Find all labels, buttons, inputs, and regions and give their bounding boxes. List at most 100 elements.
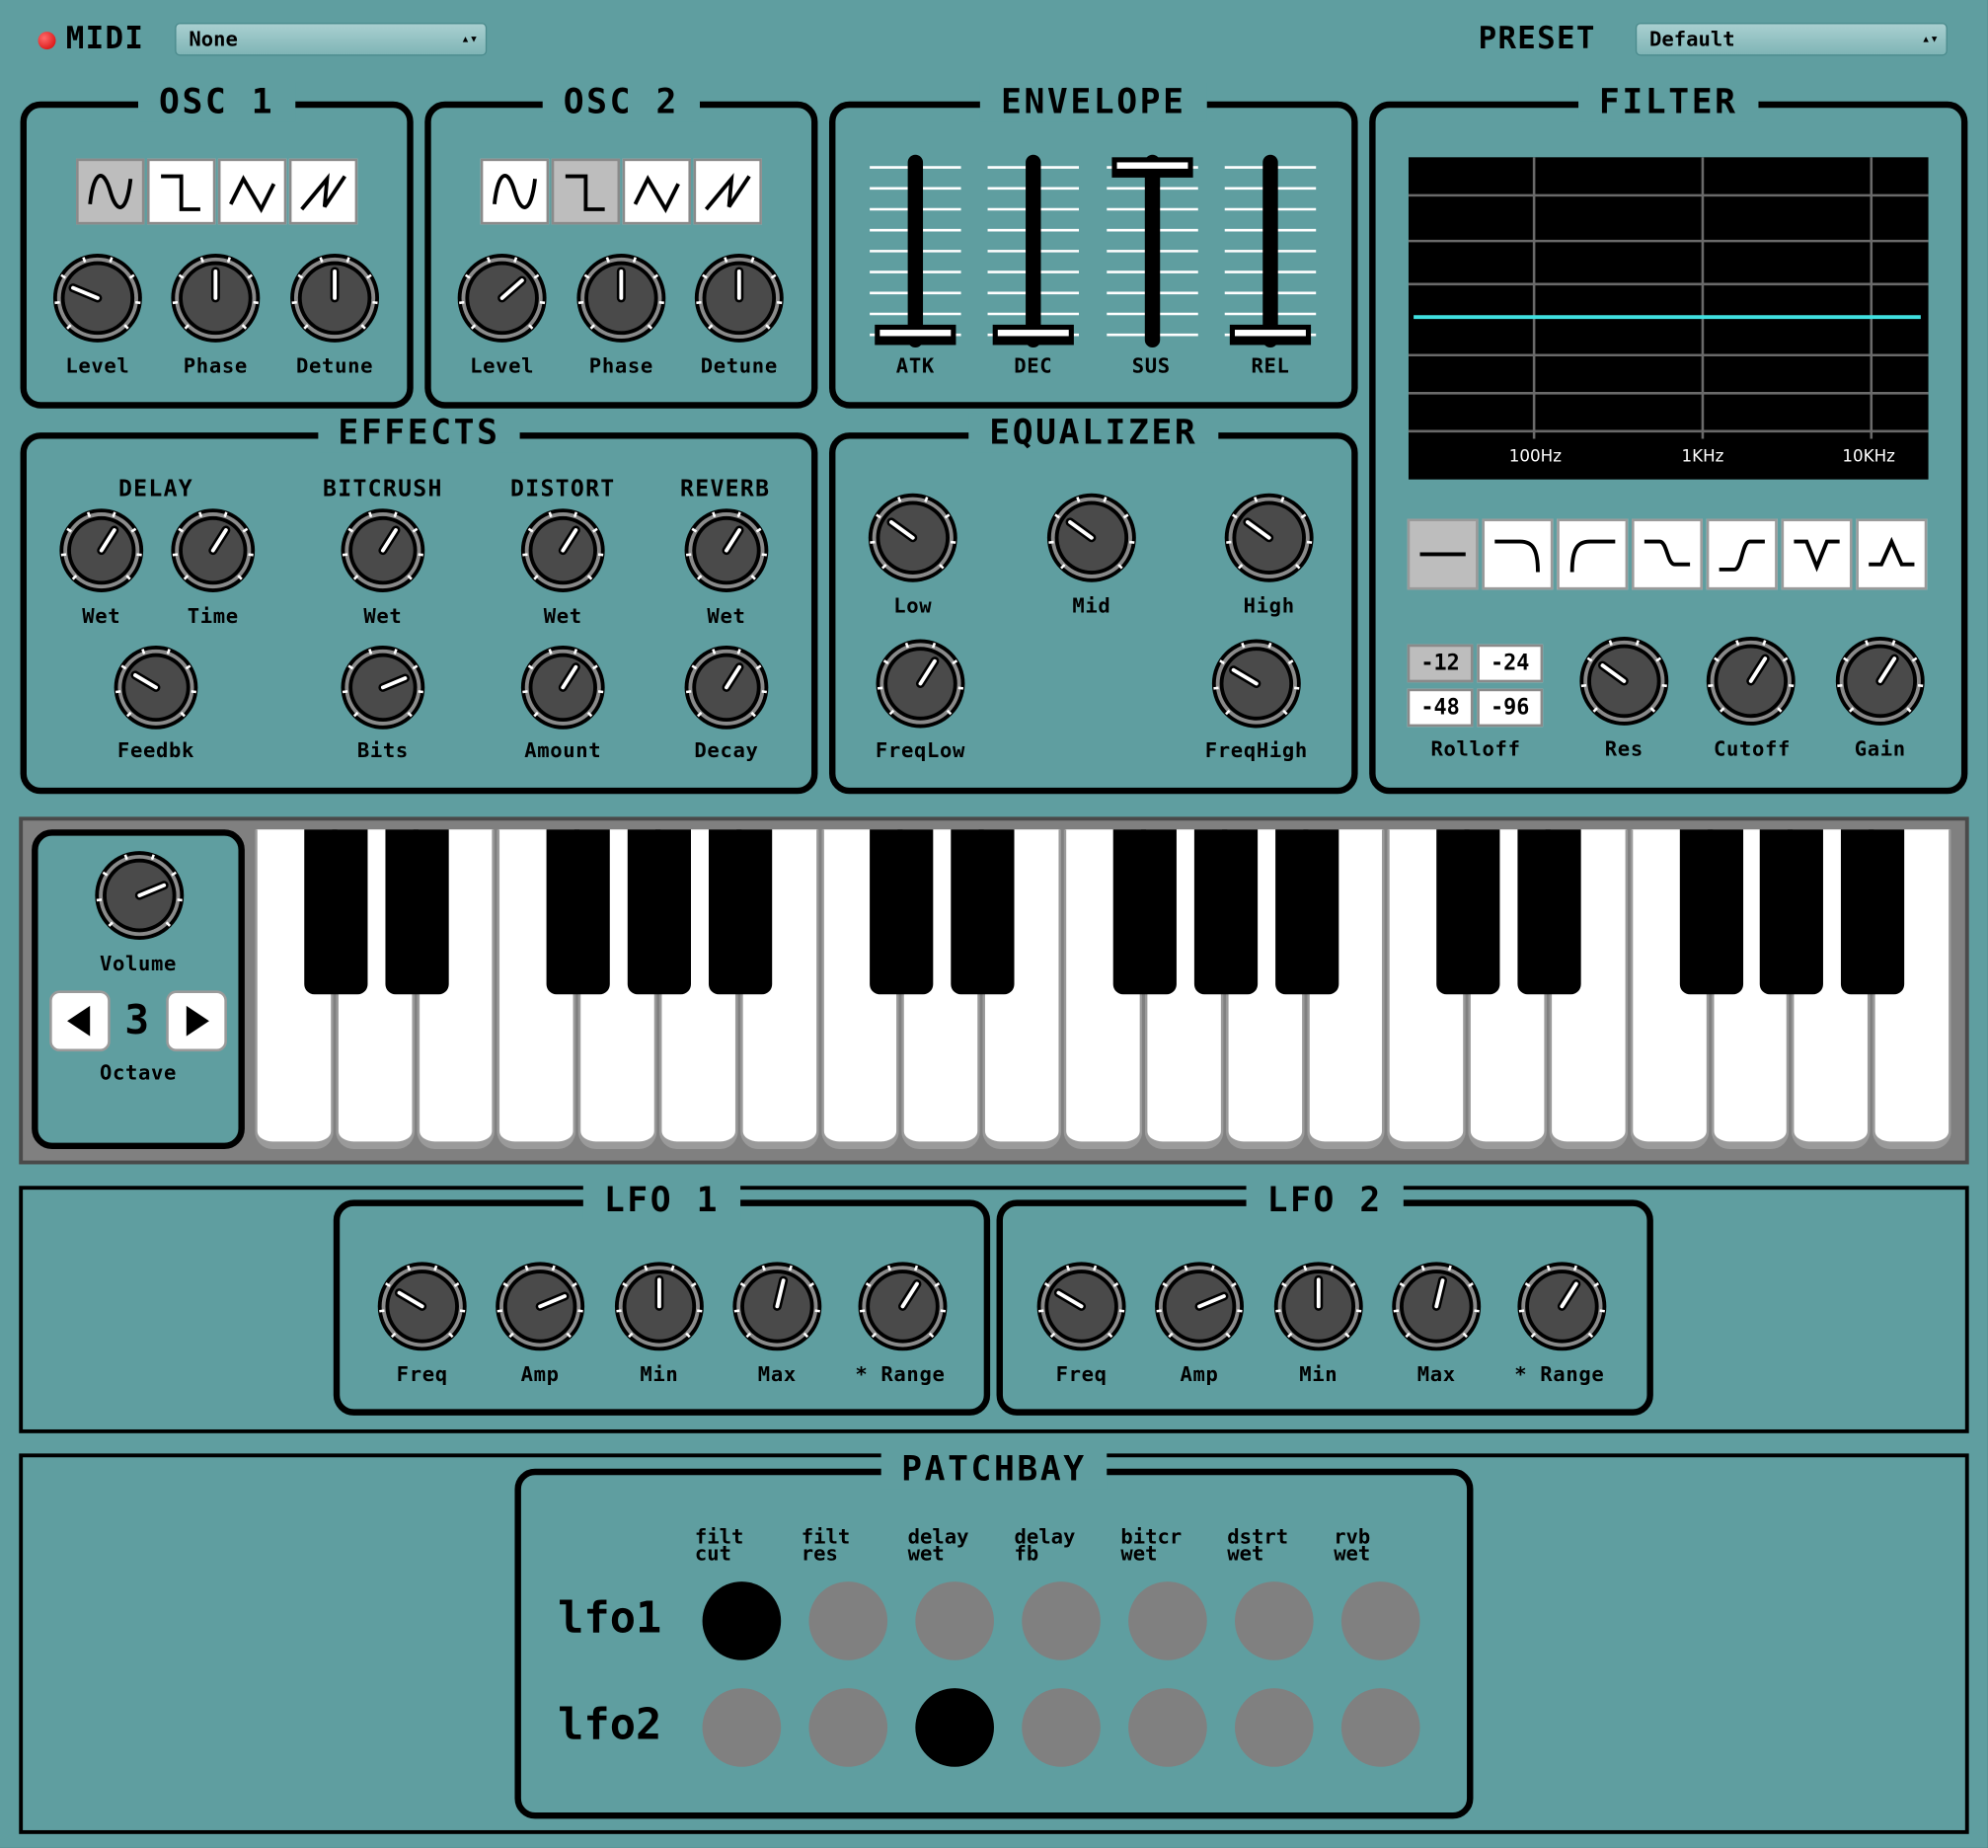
patchbay-connection-lfo2-filt-cut[interactable] — [702, 1688, 782, 1767]
eq-freqhigh-knob[interactable] — [1211, 638, 1302, 730]
patchbay-connection-lfo2-filt-res[interactable] — [808, 1688, 888, 1767]
black-key[interactable] — [1112, 829, 1177, 995]
filter-type-peak-button[interactable] — [1856, 518, 1928, 590]
distort-amount-knob[interactable] — [520, 645, 606, 731]
knob-dial — [1579, 636, 1669, 726]
black-key[interactable] — [1841, 829, 1905, 995]
patchbay-connection-lfo1-delay-fb[interactable] — [1022, 1581, 1101, 1660]
black-key[interactable] — [1679, 829, 1743, 995]
lfo2-range-knob[interactable] — [1516, 1261, 1607, 1352]
delay-wet-knob[interactable] — [58, 507, 144, 593]
patchbay-connection-lfo1-dstrt-wet[interactable] — [1235, 1581, 1314, 1660]
patchbay-connection-lfo1-filt-res[interactable] — [808, 1581, 888, 1660]
patchbay-column-header: filt cut — [685, 1526, 800, 1566]
filter-type-lowpass-button[interactable] — [1482, 518, 1554, 590]
lfo1-range-knob[interactable] — [857, 1261, 948, 1352]
lfo1-max-knob[interactable] — [731, 1261, 822, 1352]
osc1-wave-sine-button[interactable] — [76, 158, 145, 225]
black-key[interactable] — [708, 829, 772, 995]
black-key[interactable] — [1436, 829, 1500, 995]
knob-dial — [341, 645, 425, 730]
lfo2-max-knob[interactable] — [1391, 1261, 1482, 1352]
filter-cutoff-knob[interactable] — [1706, 636, 1797, 728]
eq-freqlow-knob[interactable] — [875, 638, 965, 730]
eq-low-knob[interactable] — [868, 493, 958, 584]
black-key[interactable] — [546, 829, 611, 995]
patchbay-connection-lfo1-bitcr-wet[interactable] — [1128, 1581, 1207, 1660]
patchbay-column-header-line: cut — [694, 1541, 731, 1566]
rolloff-24-button[interactable]: -24 — [1477, 644, 1544, 683]
osc1-detune-knob[interactable] — [289, 253, 380, 345]
filter-type-lowshelf-button[interactable] — [1632, 518, 1703, 590]
bitcrush-bits-knob[interactable] — [340, 645, 425, 731]
delay-feedback-knob[interactable] — [113, 645, 198, 731]
rolloff-12-button[interactable]: -12 — [1407, 644, 1474, 683]
patchbay-connection-lfo1-filt-cut[interactable] — [702, 1581, 782, 1660]
osc2-wave-square-button[interactable] — [551, 158, 621, 225]
effects-title: EFFECTS — [317, 413, 521, 453]
osc1-wave-square-button[interactable] — [146, 158, 216, 225]
reverb-wet-knob[interactable] — [683, 507, 769, 593]
filter-type-notch-button[interactable] — [1781, 518, 1853, 590]
lfo1-freq-knob[interactable] — [376, 1261, 467, 1352]
filter-gain-knob[interactable] — [1835, 636, 1926, 728]
lfo2-min-knob[interactable] — [1273, 1261, 1364, 1352]
lfo2-amp-knob[interactable] — [1154, 1261, 1245, 1352]
knob-dial — [520, 508, 605, 593]
patchbay-connection-lfo2-rvb-wet[interactable] — [1340, 1688, 1420, 1767]
octave-label: Octave — [99, 1060, 178, 1085]
black-key[interactable] — [1517, 829, 1581, 995]
eq-high-knob[interactable] — [1223, 493, 1314, 584]
octave-up-button[interactable] — [166, 990, 227, 1052]
filter-type-highpass-button[interactable] — [1557, 518, 1629, 590]
black-key[interactable] — [303, 829, 368, 995]
lfo2-freq-knob[interactable] — [1035, 1261, 1126, 1352]
midi-select[interactable]: None ▴▾ — [175, 23, 488, 56]
black-key[interactable] — [627, 829, 692, 995]
lfo1-amp-knob[interactable] — [495, 1261, 585, 1352]
osc2-phase-knob[interactable] — [575, 253, 666, 345]
black-key[interactable] — [1193, 829, 1258, 995]
delay-time-knob[interactable] — [170, 507, 256, 593]
eq-mid-knob[interactable] — [1046, 493, 1137, 584]
osc1-level-knob[interactable] — [52, 253, 143, 345]
filter-res-knob[interactable] — [1578, 636, 1669, 728]
black-key[interactable] — [951, 829, 1015, 995]
octave-down-button[interactable] — [49, 990, 111, 1052]
rolloff-96-button[interactable]: -96 — [1477, 688, 1544, 728]
patchbay-connection-lfo2-bitcr-wet[interactable] — [1128, 1688, 1207, 1767]
osc1-wave-triangle-button[interactable] — [217, 158, 287, 225]
patchbay-title: PATCHBAY — [880, 1449, 1108, 1490]
triangle-wave-icon — [633, 175, 680, 214]
lfo1-title: LFO 1 — [583, 1181, 740, 1220]
patchbay-connection-lfo1-delay-wet[interactable] — [915, 1581, 994, 1660]
black-key[interactable] — [384, 829, 449, 995]
reverb-decay-knob[interactable] — [683, 645, 769, 731]
distort-amount-label: Amount — [524, 737, 602, 763]
black-key[interactable] — [870, 829, 934, 995]
preset-select[interactable]: Default ▴▾ — [1635, 23, 1948, 56]
midi-indicator-icon — [38, 32, 56, 50]
rolloff-48-button[interactable]: -48 — [1407, 688, 1474, 728]
black-key[interactable] — [1760, 829, 1824, 995]
patchbay-connection-lfo2-delay-wet[interactable] — [915, 1688, 994, 1767]
patchbay-connection-lfo2-delay-fb[interactable] — [1022, 1688, 1101, 1767]
black-key[interactable] — [1274, 829, 1338, 995]
lfo1-min-knob[interactable] — [614, 1261, 705, 1352]
osc1-phase-knob[interactable] — [170, 253, 261, 345]
osc2-wave-triangle-button[interactable] — [622, 158, 691, 225]
knob-dial — [858, 1262, 948, 1351]
patchbay-connection-lfo2-dstrt-wet[interactable] — [1235, 1688, 1314, 1767]
volume-knob[interactable] — [94, 850, 185, 942]
osc2-wave-sine-button[interactable] — [480, 158, 550, 225]
filter-type-flat-button[interactable] — [1407, 518, 1479, 590]
bitcrush-wet-knob[interactable] — [340, 507, 425, 593]
bitcrush-wet-label: Wet — [363, 603, 403, 628]
filter-type-highshelf-button[interactable] — [1706, 518, 1778, 590]
osc2-level-knob[interactable] — [456, 253, 547, 345]
osc1-wave-saw-button[interactable] — [288, 158, 358, 225]
osc2-detune-knob[interactable] — [694, 253, 785, 345]
patchbay-connection-lfo1-rvb-wet[interactable] — [1340, 1581, 1420, 1660]
distort-wet-knob[interactable] — [520, 507, 606, 593]
osc2-wave-saw-button[interactable] — [693, 158, 762, 225]
